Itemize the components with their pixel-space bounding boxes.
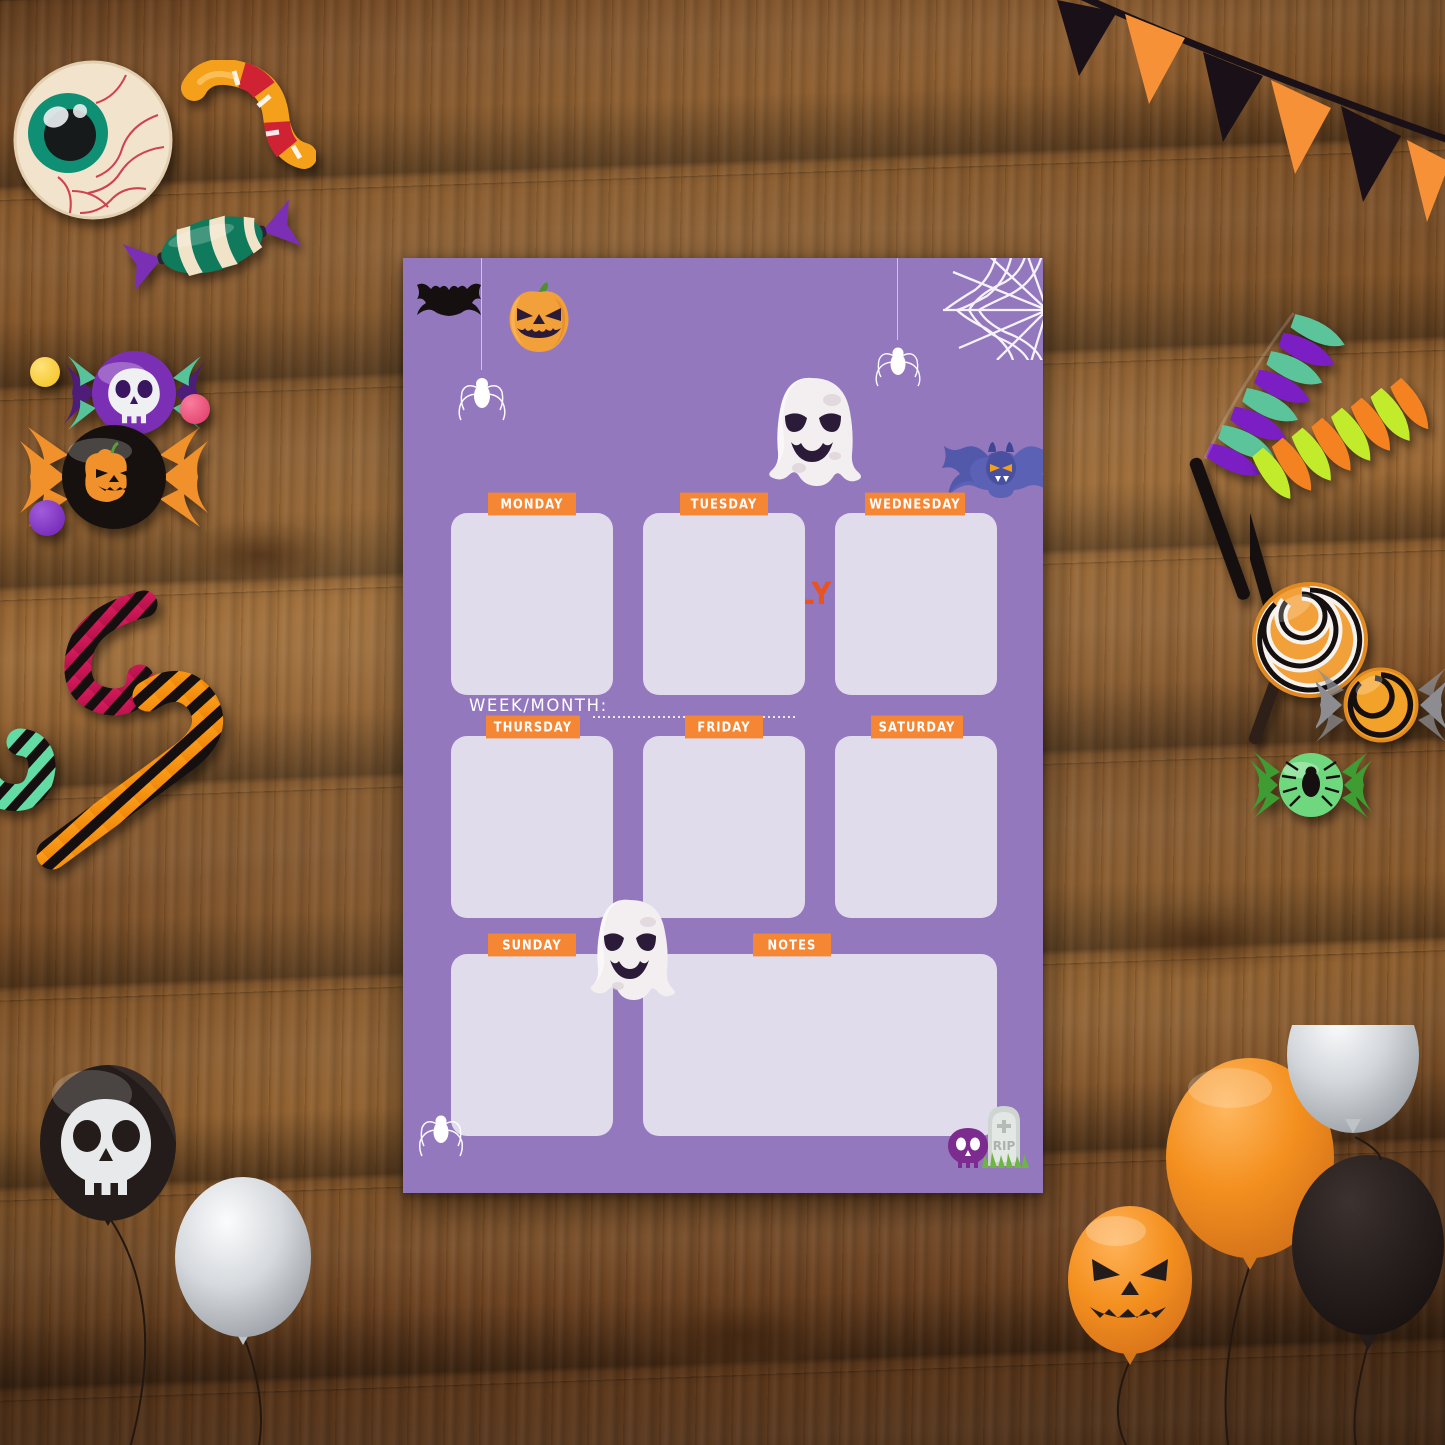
day-box-saturday[interactable]	[835, 736, 997, 918]
gummy-worm-icon	[181, 60, 316, 169]
day-box-monday[interactable]	[451, 513, 613, 695]
top-silver-balloon-icon	[1287, 1025, 1419, 1160]
day-label-sunday: SUNDAY	[488, 933, 576, 957]
day-label-friday: FRIDAY	[685, 715, 763, 739]
day-box-wednesday[interactable]	[835, 513, 997, 695]
striped-wrapped-candy-icon	[122, 199, 302, 291]
skull-balloon-icon	[40, 1065, 176, 1445]
spider-web-icon	[943, 258, 1043, 360]
weekly-planner-sheet: WEEKLY PLANNER WEEK/MONTH: MONDAY TUESDA…	[403, 258, 1043, 1193]
day-label-saturday: SATURDAY	[871, 715, 963, 739]
pink-gumball-icon	[180, 394, 210, 424]
day-label-tuesday: TUESDAY	[680, 492, 768, 516]
wood-knot	[1100, 900, 1300, 980]
jack-o-lantern-pumpkin-icon	[509, 282, 569, 352]
spider-thread	[897, 258, 898, 340]
day-box-thursday[interactable]	[451, 736, 613, 918]
orange-candy-cane-icon	[36, 670, 224, 870]
day-box-tuesday[interactable]	[643, 513, 805, 695]
day-label-thursday: THURSDAY	[486, 715, 580, 739]
notes-box[interactable]	[643, 954, 997, 1136]
spider-thread	[481, 258, 482, 370]
day-box-friday[interactable]	[643, 736, 805, 918]
gravestone-text: RIP	[993, 1139, 1016, 1153]
hanging-spider-icon	[458, 378, 506, 421]
day-label-wednesday: WEDNESDAY	[865, 492, 965, 516]
hanging-spider-icon	[875, 347, 921, 387]
halloween-planner-scene: WEEKLY PLANNER WEEK/MONTH: MONDAY TUESDA…	[0, 0, 1445, 1445]
spider-icon	[419, 1115, 463, 1157]
week-month-label: WEEK/MONTH:	[469, 696, 608, 715]
spider-candy-icon	[1250, 752, 1372, 818]
wood-knot	[620, 1290, 860, 1380]
notes-label: NOTES	[753, 933, 831, 957]
bunting-flags-icon	[1057, 0, 1445, 222]
silver-balloon-icon	[175, 1177, 311, 1445]
black-balloon-icon	[1292, 1155, 1444, 1445]
purple-gumball-icon	[29, 500, 65, 536]
day-label-monday: MONDAY	[488, 492, 576, 516]
black-bat-icon	[417, 283, 481, 316]
gravestone-icon: RIP	[948, 1106, 1029, 1168]
ghost-icon	[769, 377, 861, 486]
yellow-gumball-icon	[30, 357, 60, 387]
ghost-icon	[590, 899, 675, 1000]
